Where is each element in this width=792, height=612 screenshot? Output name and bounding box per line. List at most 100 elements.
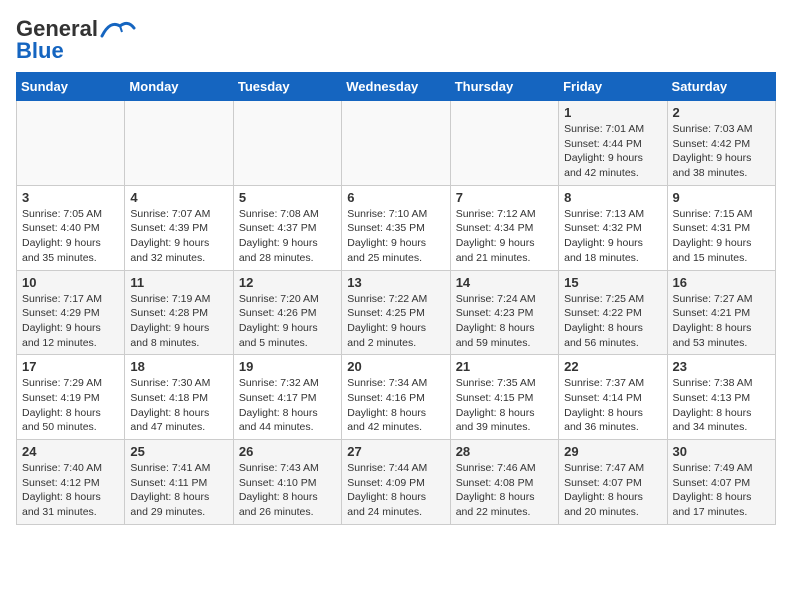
calendar-cell: 21 Sunrise: 7:35 AMSunset: 4:15 PMDayligh…: [450, 355, 558, 440]
weekday-header-row: SundayMondayTuesdayWednesdayThursdayFrid…: [17, 73, 776, 101]
calendar-cell: 28 Sunrise: 7:46 AMSunset: 4:08 PMDayligh…: [450, 440, 558, 525]
weekday-header-thursday: Thursday: [450, 73, 558, 101]
weekday-header-saturday: Saturday: [667, 73, 775, 101]
day-info: Sunrise: 7:08 AMSunset: 4:37 PMDaylight:…: [239, 207, 336, 266]
day-number: 5: [239, 190, 336, 205]
day-number: 22: [564, 359, 661, 374]
day-number: 24: [22, 444, 119, 459]
week-row-5: 24 Sunrise: 7:40 AMSunset: 4:12 PMDayligh…: [17, 440, 776, 525]
calendar-cell: 2 Sunrise: 7:03 AMSunset: 4:42 PMDaylight…: [667, 101, 775, 186]
calendar-cell: [125, 101, 233, 186]
day-number: 13: [347, 275, 444, 290]
calendar-cell: 13 Sunrise: 7:22 AMSunset: 4:25 PMDayligh…: [342, 270, 450, 355]
day-info: Sunrise: 7:20 AMSunset: 4:26 PMDaylight:…: [239, 292, 336, 351]
calendar-cell: [342, 101, 450, 186]
weekday-header-tuesday: Tuesday: [233, 73, 341, 101]
day-number: 25: [130, 444, 227, 459]
calendar-cell: 4Sunrise: 7:07 AMSunset: 4:39 PMDaylight…: [125, 185, 233, 270]
day-number: 14: [456, 275, 553, 290]
day-number: 28: [456, 444, 553, 459]
day-number: 20: [347, 359, 444, 374]
day-number: 26: [239, 444, 336, 459]
day-info: Sunrise: 7:44 AMSunset: 4:09 PMDaylight:…: [347, 461, 444, 520]
day-info: Sunrise: 7:07 AMSunset: 4:39 PMDaylight:…: [130, 207, 227, 266]
calendar-cell: 18 Sunrise: 7:30 AMSunset: 4:18 PMDayligh…: [125, 355, 233, 440]
week-row-4: 17Sunrise: 7:29 AMSunset: 4:19 PMDayligh…: [17, 355, 776, 440]
day-info: Sunrise: 7:19 AMSunset: 4:28 PMDaylight:…: [130, 292, 227, 351]
day-info: Sunrise: 7:10 AMSunset: 4:35 PMDaylight:…: [347, 207, 444, 266]
day-info: Sunrise: 7:29 AMSunset: 4:19 PMDaylight:…: [22, 376, 119, 435]
week-row-3: 10 Sunrise: 7:17 AMSunset: 4:29 PMDayligh…: [17, 270, 776, 355]
logo-blue: Blue: [16, 38, 64, 64]
day-number: 6: [347, 190, 444, 205]
day-info: Sunrise: 7:30 AMSunset: 4:18 PMDaylight:…: [130, 376, 227, 435]
calendar-cell: 16Sunrise: 7:27 AMSunset: 4:21 PMDayligh…: [667, 270, 775, 355]
calendar-cell: 20 Sunrise: 7:34 AMSunset: 4:16 PMDayligh…: [342, 355, 450, 440]
day-info: Sunrise: 7:25 AMSunset: 4:22 PMDaylight:…: [564, 292, 661, 351]
day-number: 23: [673, 359, 770, 374]
calendar-cell: [450, 101, 558, 186]
logo-bird-icon: [100, 18, 136, 40]
day-info: Sunrise: 7:15 AMSunset: 4:31 PMDaylight:…: [673, 207, 770, 266]
calendar-cell: 27 Sunrise: 7:44 AMSunset: 4:09 PMDayligh…: [342, 440, 450, 525]
calendar-table: SundayMondayTuesdayWednesdayThursdayFrid…: [16, 72, 776, 525]
day-info: Sunrise: 7:37 AMSunset: 4:14 PMDaylight:…: [564, 376, 661, 435]
day-info: Sunrise: 7:40 AMSunset: 4:12 PMDaylight:…: [22, 461, 119, 520]
calendar-cell: 14 Sunrise: 7:24 AMSunset: 4:23 PMDayligh…: [450, 270, 558, 355]
calendar-cell: 9Sunrise: 7:15 AMSunset: 4:31 PMDaylight…: [667, 185, 775, 270]
day-info: Sunrise: 7:34 AMSunset: 4:16 PMDaylight:…: [347, 376, 444, 435]
logo: General Blue: [16, 16, 136, 64]
calendar-cell: 29 Sunrise: 7:47 AMSunset: 4:07 PMDayligh…: [559, 440, 667, 525]
calendar-cell: 5 Sunrise: 7:08 AMSunset: 4:37 PMDaylight…: [233, 185, 341, 270]
calendar-cell: 24 Sunrise: 7:40 AMSunset: 4:12 PMDayligh…: [17, 440, 125, 525]
calendar-cell: [17, 101, 125, 186]
week-row-1: 1 Sunrise: 7:01 AMSunset: 4:44 PMDaylight…: [17, 101, 776, 186]
day-info: Sunrise: 7:46 AMSunset: 4:08 PMDaylight:…: [456, 461, 553, 520]
calendar-cell: 12 Sunrise: 7:20 AMSunset: 4:26 PMDayligh…: [233, 270, 341, 355]
day-number: 19: [239, 359, 336, 374]
day-info: Sunrise: 7:13 AMSunset: 4:32 PMDaylight:…: [564, 207, 661, 266]
calendar-cell: 26 Sunrise: 7:43 AMSunset: 4:10 PMDayligh…: [233, 440, 341, 525]
calendar-cell: 10 Sunrise: 7:17 AMSunset: 4:29 PMDayligh…: [17, 270, 125, 355]
calendar-cell: 30Sunrise: 7:49 AMSunset: 4:07 PMDayligh…: [667, 440, 775, 525]
calendar-cell: 6 Sunrise: 7:10 AMSunset: 4:35 PMDaylight…: [342, 185, 450, 270]
weekday-header-monday: Monday: [125, 73, 233, 101]
day-number: 8: [564, 190, 661, 205]
day-info: Sunrise: 7:35 AMSunset: 4:15 PMDaylight:…: [456, 376, 553, 435]
week-row-2: 3Sunrise: 7:05 AMSunset: 4:40 PMDaylight…: [17, 185, 776, 270]
day-number: 16: [673, 275, 770, 290]
weekday-header-sunday: Sunday: [17, 73, 125, 101]
day-info: Sunrise: 7:47 AMSunset: 4:07 PMDaylight:…: [564, 461, 661, 520]
calendar-cell: 7 Sunrise: 7:12 AMSunset: 4:34 PMDaylight…: [450, 185, 558, 270]
day-info: Sunrise: 7:05 AMSunset: 4:40 PMDaylight:…: [22, 207, 119, 266]
day-number: 15: [564, 275, 661, 290]
day-number: 18: [130, 359, 227, 374]
day-number: 10: [22, 275, 119, 290]
day-info: Sunrise: 7:01 AMSunset: 4:44 PMDaylight:…: [564, 122, 661, 181]
calendar-cell: 15 Sunrise: 7:25 AMSunset: 4:22 PMDayligh…: [559, 270, 667, 355]
calendar-cell: [233, 101, 341, 186]
day-info: Sunrise: 7:43 AMSunset: 4:10 PMDaylight:…: [239, 461, 336, 520]
day-info: Sunrise: 7:24 AMSunset: 4:23 PMDaylight:…: [456, 292, 553, 351]
weekday-header-wednesday: Wednesday: [342, 73, 450, 101]
weekday-header-friday: Friday: [559, 73, 667, 101]
day-info: Sunrise: 7:12 AMSunset: 4:34 PMDaylight:…: [456, 207, 553, 266]
calendar-cell: 1 Sunrise: 7:01 AMSunset: 4:44 PMDaylight…: [559, 101, 667, 186]
day-number: 7: [456, 190, 553, 205]
calendar-cell: 22 Sunrise: 7:37 AMSunset: 4:14 PMDayligh…: [559, 355, 667, 440]
day-number: 27: [347, 444, 444, 459]
day-info: Sunrise: 7:17 AMSunset: 4:29 PMDaylight:…: [22, 292, 119, 351]
day-number: 30: [673, 444, 770, 459]
calendar-cell: 19 Sunrise: 7:32 AMSunset: 4:17 PMDayligh…: [233, 355, 341, 440]
day-number: 11: [130, 275, 227, 290]
calendar-cell: 17Sunrise: 7:29 AMSunset: 4:19 PMDayligh…: [17, 355, 125, 440]
day-number: 12: [239, 275, 336, 290]
calendar-cell: 23Sunrise: 7:38 AMSunset: 4:13 PMDayligh…: [667, 355, 775, 440]
day-number: 29: [564, 444, 661, 459]
day-number: 1: [564, 105, 661, 120]
day-info: Sunrise: 7:32 AMSunset: 4:17 PMDaylight:…: [239, 376, 336, 435]
day-info: Sunrise: 7:22 AMSunset: 4:25 PMDaylight:…: [347, 292, 444, 351]
day-number: 2: [673, 105, 770, 120]
day-number: 21: [456, 359, 553, 374]
day-info: Sunrise: 7:03 AMSunset: 4:42 PMDaylight:…: [673, 122, 770, 181]
